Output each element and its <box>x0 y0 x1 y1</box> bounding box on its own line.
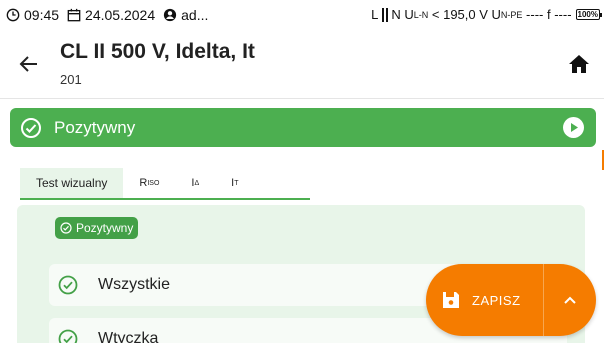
page-subtitle: 201 <box>60 72 82 87</box>
tab-visual-test-label: Test wizualny <box>36 176 108 190</box>
voltage-sub-1: L-N <box>413 9 429 20</box>
voltage-text-2: < 195,0 V U <box>428 7 501 22</box>
calendar-icon <box>67 8 81 21</box>
chevron-up-icon <box>564 296 576 304</box>
clock-icon <box>6 8 20 21</box>
check-circle-icon <box>58 329 78 343</box>
status-badge-label: Pozytywny <box>76 221 134 235</box>
voltage-readout: L N U L-N < 195,0 V U N-PE ---- f ---- 100… <box>371 0 603 29</box>
user: ad... <box>163 7 208 23</box>
result-label: Pozytywny <box>54 117 136 137</box>
save-button[interactable]: ZAPISZ <box>426 264 544 336</box>
status-time: 09:45 <box>24 6 60 23</box>
status-user: ad... <box>181 6 209 23</box>
voltage-sub-2: N-PE <box>500 9 523 20</box>
page-title: CL II 500 V, Idelta, It <box>60 40 255 63</box>
voltage-text-3: ---- f ---- <box>522 7 572 22</box>
voltage-prefix: L <box>371 7 379 22</box>
home-icon <box>569 55 589 73</box>
expand-button[interactable] <box>544 264 596 336</box>
tab-visual-test[interactable]: Test wizualny <box>20 168 124 198</box>
list-item-label: Wszystkie <box>98 276 170 293</box>
check-circle-icon <box>60 222 72 234</box>
home-button[interactable] <box>566 51 592 77</box>
bars-icon <box>382 7 385 22</box>
user-icon <box>164 8 177 21</box>
voltage-text-1: N U <box>391 7 414 22</box>
result-bar[interactable]: Pozytywny <box>10 108 596 147</box>
arrow-left-icon <box>19 56 37 72</box>
tab-riso-sub: ISO <box>147 179 160 187</box>
back-button[interactable] <box>14 49 44 79</box>
status-badge: Pozytywny <box>55 217 139 239</box>
tab-idelta-sub: Δ <box>194 179 200 187</box>
play-icon[interactable] <box>563 117 584 138</box>
status-bar: 09:45 24.05.2024 ad... L N U L-N < 195,0 … <box>0 0 604 29</box>
check-circle-icon <box>21 117 41 138</box>
bars-icon-2 <box>386 7 389 22</box>
tab-riso-label: R <box>139 177 148 189</box>
tab-idelta[interactable]: IΔ <box>175 168 215 198</box>
tab-riso[interactable]: R ISO <box>123 168 175 198</box>
status-date: 24.05.2024 <box>85 6 156 23</box>
tab-bar: Test wizualny R ISO IΔ IT <box>20 168 310 200</box>
save-fab: ZAPISZ <box>426 264 596 336</box>
tab-it-sub: T <box>234 179 239 187</box>
check-circle-icon <box>58 275 78 295</box>
list-item-label: Wtyczka <box>98 330 159 343</box>
save-label: ZAPISZ <box>472 292 521 308</box>
clock: 09:45 <box>6 7 59 23</box>
date: 24.05.2024 <box>67 7 155 23</box>
floppy-disk-icon <box>443 292 459 308</box>
battery-icon: 100% <box>575 9 603 20</box>
app-header: CL II 500 V, Idelta, It 201 <box>0 29 604 99</box>
tab-it[interactable]: IT <box>215 168 254 198</box>
